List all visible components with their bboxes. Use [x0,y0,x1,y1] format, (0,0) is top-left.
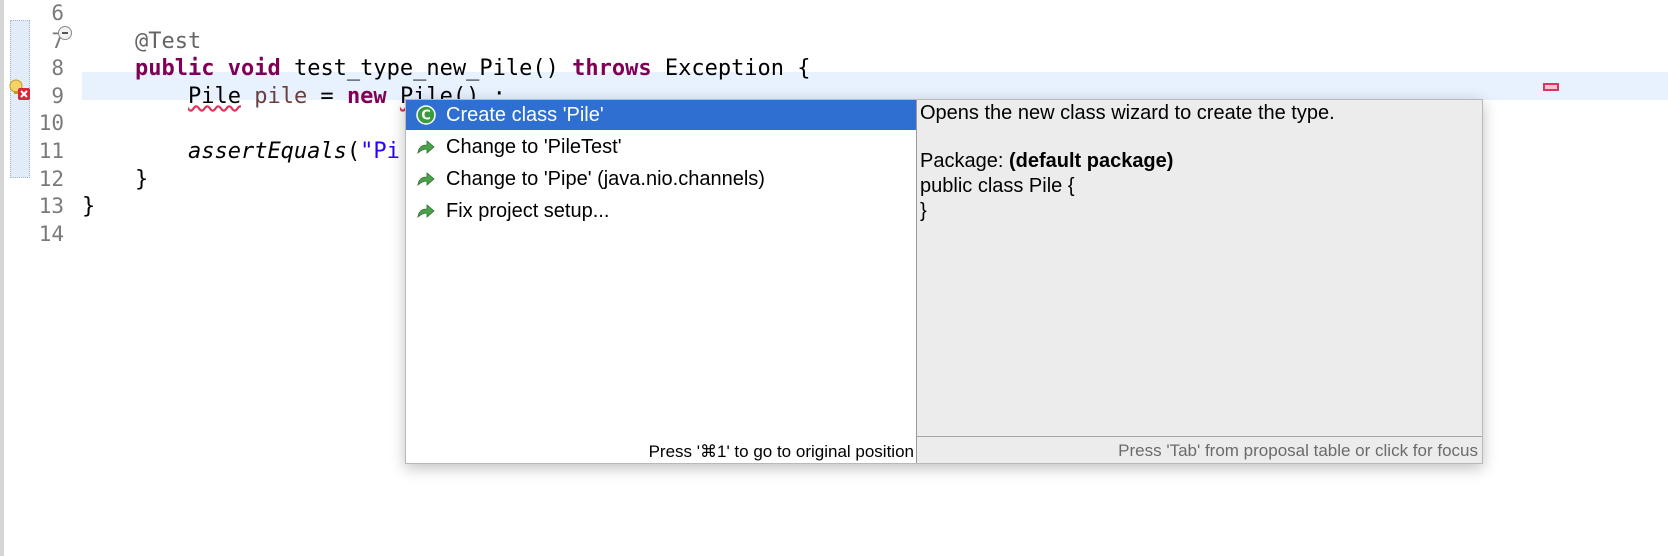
preview-source-line: public class Pile { [920,175,1075,197]
svg-text:C: C [421,109,431,124]
assign-operator: = [307,83,347,109]
error-overview-marker[interactable] [1543,83,1559,91]
line-number: 14 [38,221,64,246]
package-value: (default package) [1008,150,1174,172]
quick-fix-popup[interactable]: C Create class 'Pile' Change to 'PileTes… [405,99,1483,464]
code-line-8: public void test_type_new_Pile() throws … [82,55,811,83]
annotation-test: @Test [134,28,202,54]
proposal-change-to-pipe[interactable]: Change to 'Pipe' (java.nio.channels) [406,164,916,194]
line-number: 9 [51,83,64,108]
proposal-create-class[interactable]: C Create class 'Pile' [406,100,916,130]
line-number: 11 [38,138,64,163]
open-paren: ( [346,138,361,164]
focus-hint: Press 'Tab' from proposal table or click… [1118,441,1478,460]
proposal-description: Opens the new class wizard to create the… [920,102,1335,124]
line-number: 10 [38,111,64,136]
keyword-throws: throws [572,56,652,82]
proposal-details-pane[interactable]: Opens the new class wizard to create the… [916,100,1482,463]
proposal-list[interactable]: C Create class 'Pile' Change to 'PileTes… [406,100,916,463]
proposal-change-to-piletest[interactable]: Change to 'PileTest' [406,132,916,162]
proposal-label: Change to 'PileTest' [446,136,622,158]
line-number: 6 [51,1,64,25]
details-separator [917,436,1482,437]
exception-clause: Exception { [651,56,811,82]
package-info: Package: (default package) [920,150,1173,173]
rename-arrow-icon [417,204,435,219]
proposal-label: Fix project setup... [446,200,610,222]
line-number: 12 [38,166,64,191]
string-literal: "Pi [360,138,400,164]
preview-source-line: } [920,200,927,222]
proposal-label: Change to 'Pipe' (java.nio.channels) [446,168,765,190]
line-number: 13 [38,194,64,219]
rename-arrow-icon [417,140,435,155]
unresolved-type-pile[interactable]: Pile [188,84,241,109]
line-number: 8 [51,56,64,81]
original-position-hint: Press '⌘1' to go to original position [648,442,914,461]
method-call-assertequals: assertEquals [187,138,347,164]
collapse-fold-icon[interactable] [58,26,72,40]
class-icon: C [416,105,436,125]
method-signature: test_type_new_Pile() [280,56,573,82]
closing-brace: } [82,194,96,220]
closing-brace: } [134,166,149,192]
keyword-public: public [134,56,215,82]
keyword-new: new [346,83,387,109]
proposal-label: Create class 'Pile' [446,104,604,126]
editor-left-border [0,0,4,556]
rename-arrow-icon [417,172,435,187]
proposal-fix-project-setup[interactable]: Fix project setup... [406,196,916,226]
package-label: Package: [920,150,1009,172]
keyword-void: void [227,56,281,82]
code-line-7: @Test [82,28,811,56]
local-variable-pile: pile [254,83,308,109]
